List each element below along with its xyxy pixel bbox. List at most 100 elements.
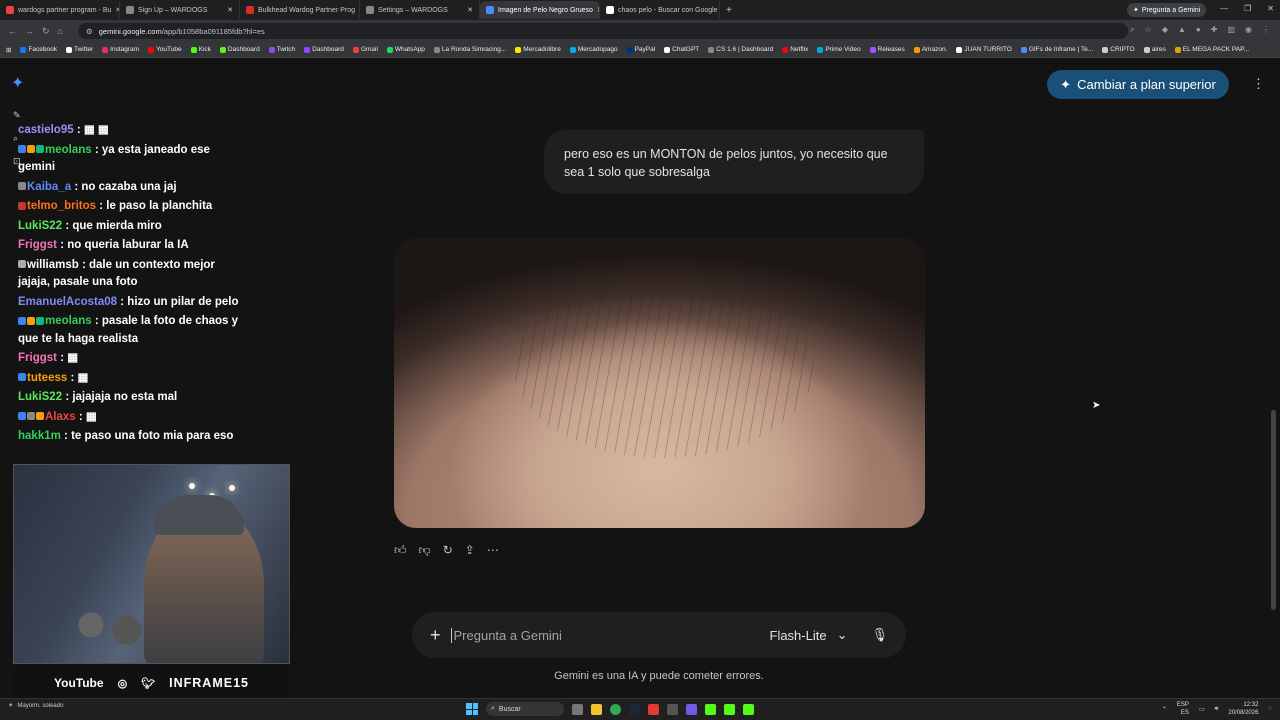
bookmark-item[interactable]: Facebook [20,46,57,53]
generated-image[interactable] [394,238,925,528]
more-options-icon[interactable]: ⋮ [1252,76,1265,92]
maximize-icon[interactable]: ❐ [1244,4,1251,13]
chat-username[interactable]: tuteess [27,372,67,384]
new-tab-icon[interactable]: + [720,5,738,16]
profile-avatar[interactable]: ◉ [1245,25,1252,35]
bookmark-item[interactable]: CRIPTO [1102,46,1135,53]
extension-icon[interactable]: ▲ [1178,25,1186,35]
site-info-icon[interactable]: ⚙ [86,27,93,36]
extension-icon[interactable]: ● [1196,25,1201,35]
chat-username[interactable]: williamsb [27,259,79,271]
thumbs-up-icon[interactable]: 👍︎ [394,543,407,558]
app-icon[interactable] [667,703,678,715]
bookmark-item[interactable]: YouTube [148,46,182,53]
model-selector[interactable]: Flash-Lite ⌄ [770,627,848,643]
bookmark-item[interactable]: PayPal [626,46,655,53]
forward-icon[interactable]: → [25,26,34,36]
zoom-icon[interactable]: ⌕ [1130,25,1134,35]
menu-icon[interactable]: ⋮ [1262,25,1270,35]
start-icon[interactable] [466,703,478,715]
add-icon[interactable]: + [430,625,441,646]
chat-username[interactable]: meolans [45,144,92,156]
kick-icon[interactable] [724,703,735,715]
volume-icon[interactable]: 🔊︎ [1215,706,1219,713]
close-tab-icon[interactable]: ✕ [467,6,473,14]
bookmark-star-icon[interactable]: ☆ [1145,25,1152,35]
bookmark-item[interactable]: JUAN TURRITO [956,46,1012,53]
chat-username[interactable]: telmo_britos [27,200,96,212]
clock[interactable]: 12:32 20/08/2026 [1228,701,1258,717]
bookmark-item[interactable]: Mercadopago [569,46,618,53]
chat-username[interactable]: meolans [45,315,92,327]
bookmark-item[interactable]: Gmail [352,46,378,53]
chat-username[interactable]: EmanuelAcosta08 [18,296,117,308]
language-indicator[interactable]: ESP ES [1177,701,1189,717]
bookmark-item[interactable]: Netflix [782,46,808,53]
home-icon[interactable]: ⌂ [58,26,63,36]
prompt-input[interactable] [450,627,770,643]
bookmark-item[interactable]: Mercadolibre [515,46,561,53]
apps-grid-icon[interactable]: ⊞ [6,46,11,54]
bookmark-item[interactable]: La Ronda Simracing... [433,46,506,53]
bookmark-item[interactable]: Prime Video [817,46,861,53]
back-icon[interactable]: ← [8,26,17,36]
browser-tab[interactable]: wardogs partner program - Bu✕ [0,1,120,19]
bookmark-item[interactable]: CS 1.6 | Dashboard [708,46,773,53]
chat-username[interactable]: Friggst [18,239,57,251]
reload-icon[interactable]: ↻ [42,26,50,37]
notifications-icon[interactable]: ◌ [1268,706,1272,712]
chat-username[interactable]: Friggst [18,352,57,364]
bookmark-item[interactable]: Twitch [268,46,295,53]
file-explorer-icon[interactable] [591,703,602,715]
bookmark-item[interactable]: Releases [869,46,905,53]
weather-widget[interactable]: ☀ Mayorm. soleado [8,702,63,710]
close-window-icon[interactable]: ✕ [1267,4,1274,13]
bookmark-item[interactable]: Kick [190,46,211,53]
chat-username[interactable]: Alaxs [45,411,76,423]
new-chat-icon[interactable]: ✎ [13,110,21,121]
chat-username[interactable]: Kaiba_a [27,181,71,193]
bookmark-item[interactable]: Twitter [66,46,93,53]
chat-username[interactable]: hakk1m [18,430,61,442]
browser-tab[interactable]: chaos pelo - Buscar con Google✕ [600,1,720,19]
regenerate-icon[interactable]: ↻ [443,543,453,558]
chat-username[interactable]: castielo95 [18,124,74,136]
task-view-icon[interactable] [572,703,583,715]
extension-icon[interactable]: ◆ [1162,25,1168,35]
bookmark-item[interactable]: Dashboard [219,46,260,53]
more-icon[interactable]: ⋯ [487,543,499,558]
browser-tab[interactable]: Sign Up – WARDOGS ✕ [120,1,240,19]
sidebar-icon[interactable]: ▥ [1227,25,1235,35]
ask-gemini-button[interactable]: ✦ Pregunta a Gemini [1127,3,1207,17]
tray-chevron-icon[interactable]: ⌃ [1162,706,1167,713]
thumbs-down-icon[interactable]: 👎︎ [419,543,431,558]
puzzle-icon[interactable]: ✚ [1211,25,1218,35]
bookmark-item[interactable]: Instagram [102,46,139,53]
bookmark-item[interactable]: GIFs de Inframe | Te... [1020,46,1093,53]
chrome-icon[interactable] [610,703,621,715]
chat-username[interactable]: LukiS22 [18,220,62,232]
bookmark-item[interactable]: Amazon. [913,46,947,53]
bookmark-item[interactable]: WhatsApp [386,46,425,53]
upgrade-plan-button[interactable]: ✦ Cambiar a plan superior [1047,70,1229,99]
bookmark-item[interactable]: Dashboard [304,46,344,53]
steam-icon[interactable] [629,703,640,715]
bookmark-item[interactable]: aires [1143,46,1166,53]
taskbar-search[interactable]: ⌕ Buscar [486,702,564,716]
discord-icon[interactable] [686,703,697,715]
kick-icon[interactable] [743,703,754,715]
microphone-icon[interactable]: 🎙︎ [871,627,888,643]
browser-tab[interactable]: Settings – WARDOGS ✕ [360,1,480,19]
bookmark-item[interactable]: EL MEGA PACK PAP... [1174,46,1249,53]
browser-tab[interactable]: Imagen de Pelo Negro Grueso✕ [480,1,600,19]
browser-tab[interactable]: Bulkhead Wardog Partner Prog✕ [240,1,360,19]
app-icon[interactable] [648,703,659,715]
network-icon[interactable]: ▭ [1199,706,1205,713]
share-icon[interactable]: ⇪ [465,543,475,558]
url-field[interactable]: ⚙ gemini.google.com/app/b1058ba091185fdb… [78,23,1128,39]
close-tab-icon[interactable]: ✕ [227,6,233,14]
kick-icon[interactable] [705,703,716,715]
scrollbar[interactable] [1271,410,1276,610]
chat-username[interactable]: LukiS22 [18,391,62,403]
minimize-icon[interactable]: — [1220,4,1228,13]
